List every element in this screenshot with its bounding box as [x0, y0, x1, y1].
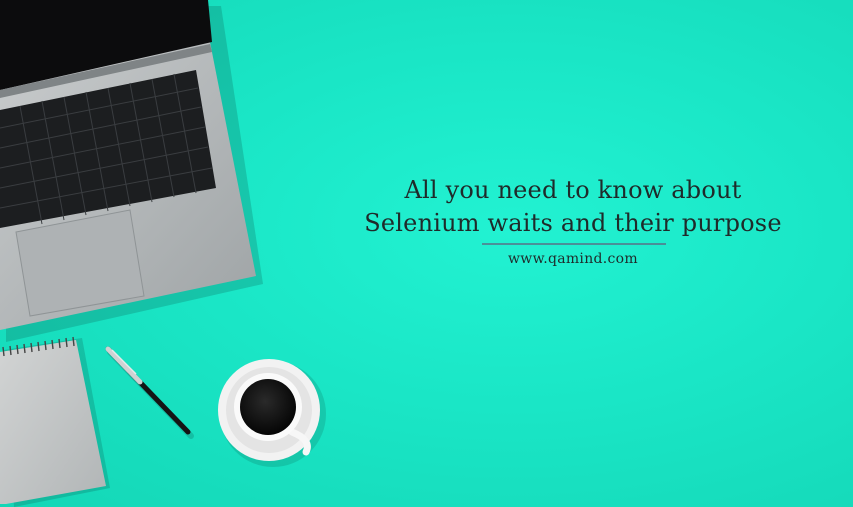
desk-scene [0, 0, 326, 507]
pen-cap [105, 346, 143, 385]
article-title: All you need to know about Selenium wait… [330, 174, 816, 240]
laptop-illustration [0, 0, 263, 342]
pen-illustration [105, 346, 194, 439]
title-line-2: Selenium waits and their purpose [364, 209, 782, 237]
website-url: www.qamind.com [508, 251, 638, 267]
title-line-1: All you need to know about [404, 176, 742, 204]
title-underline [482, 243, 666, 245]
notepad-page [0, 340, 106, 504]
coffee-cup-illustration [218, 359, 326, 467]
notepad-illustration [0, 336, 110, 507]
coffee [240, 379, 296, 435]
